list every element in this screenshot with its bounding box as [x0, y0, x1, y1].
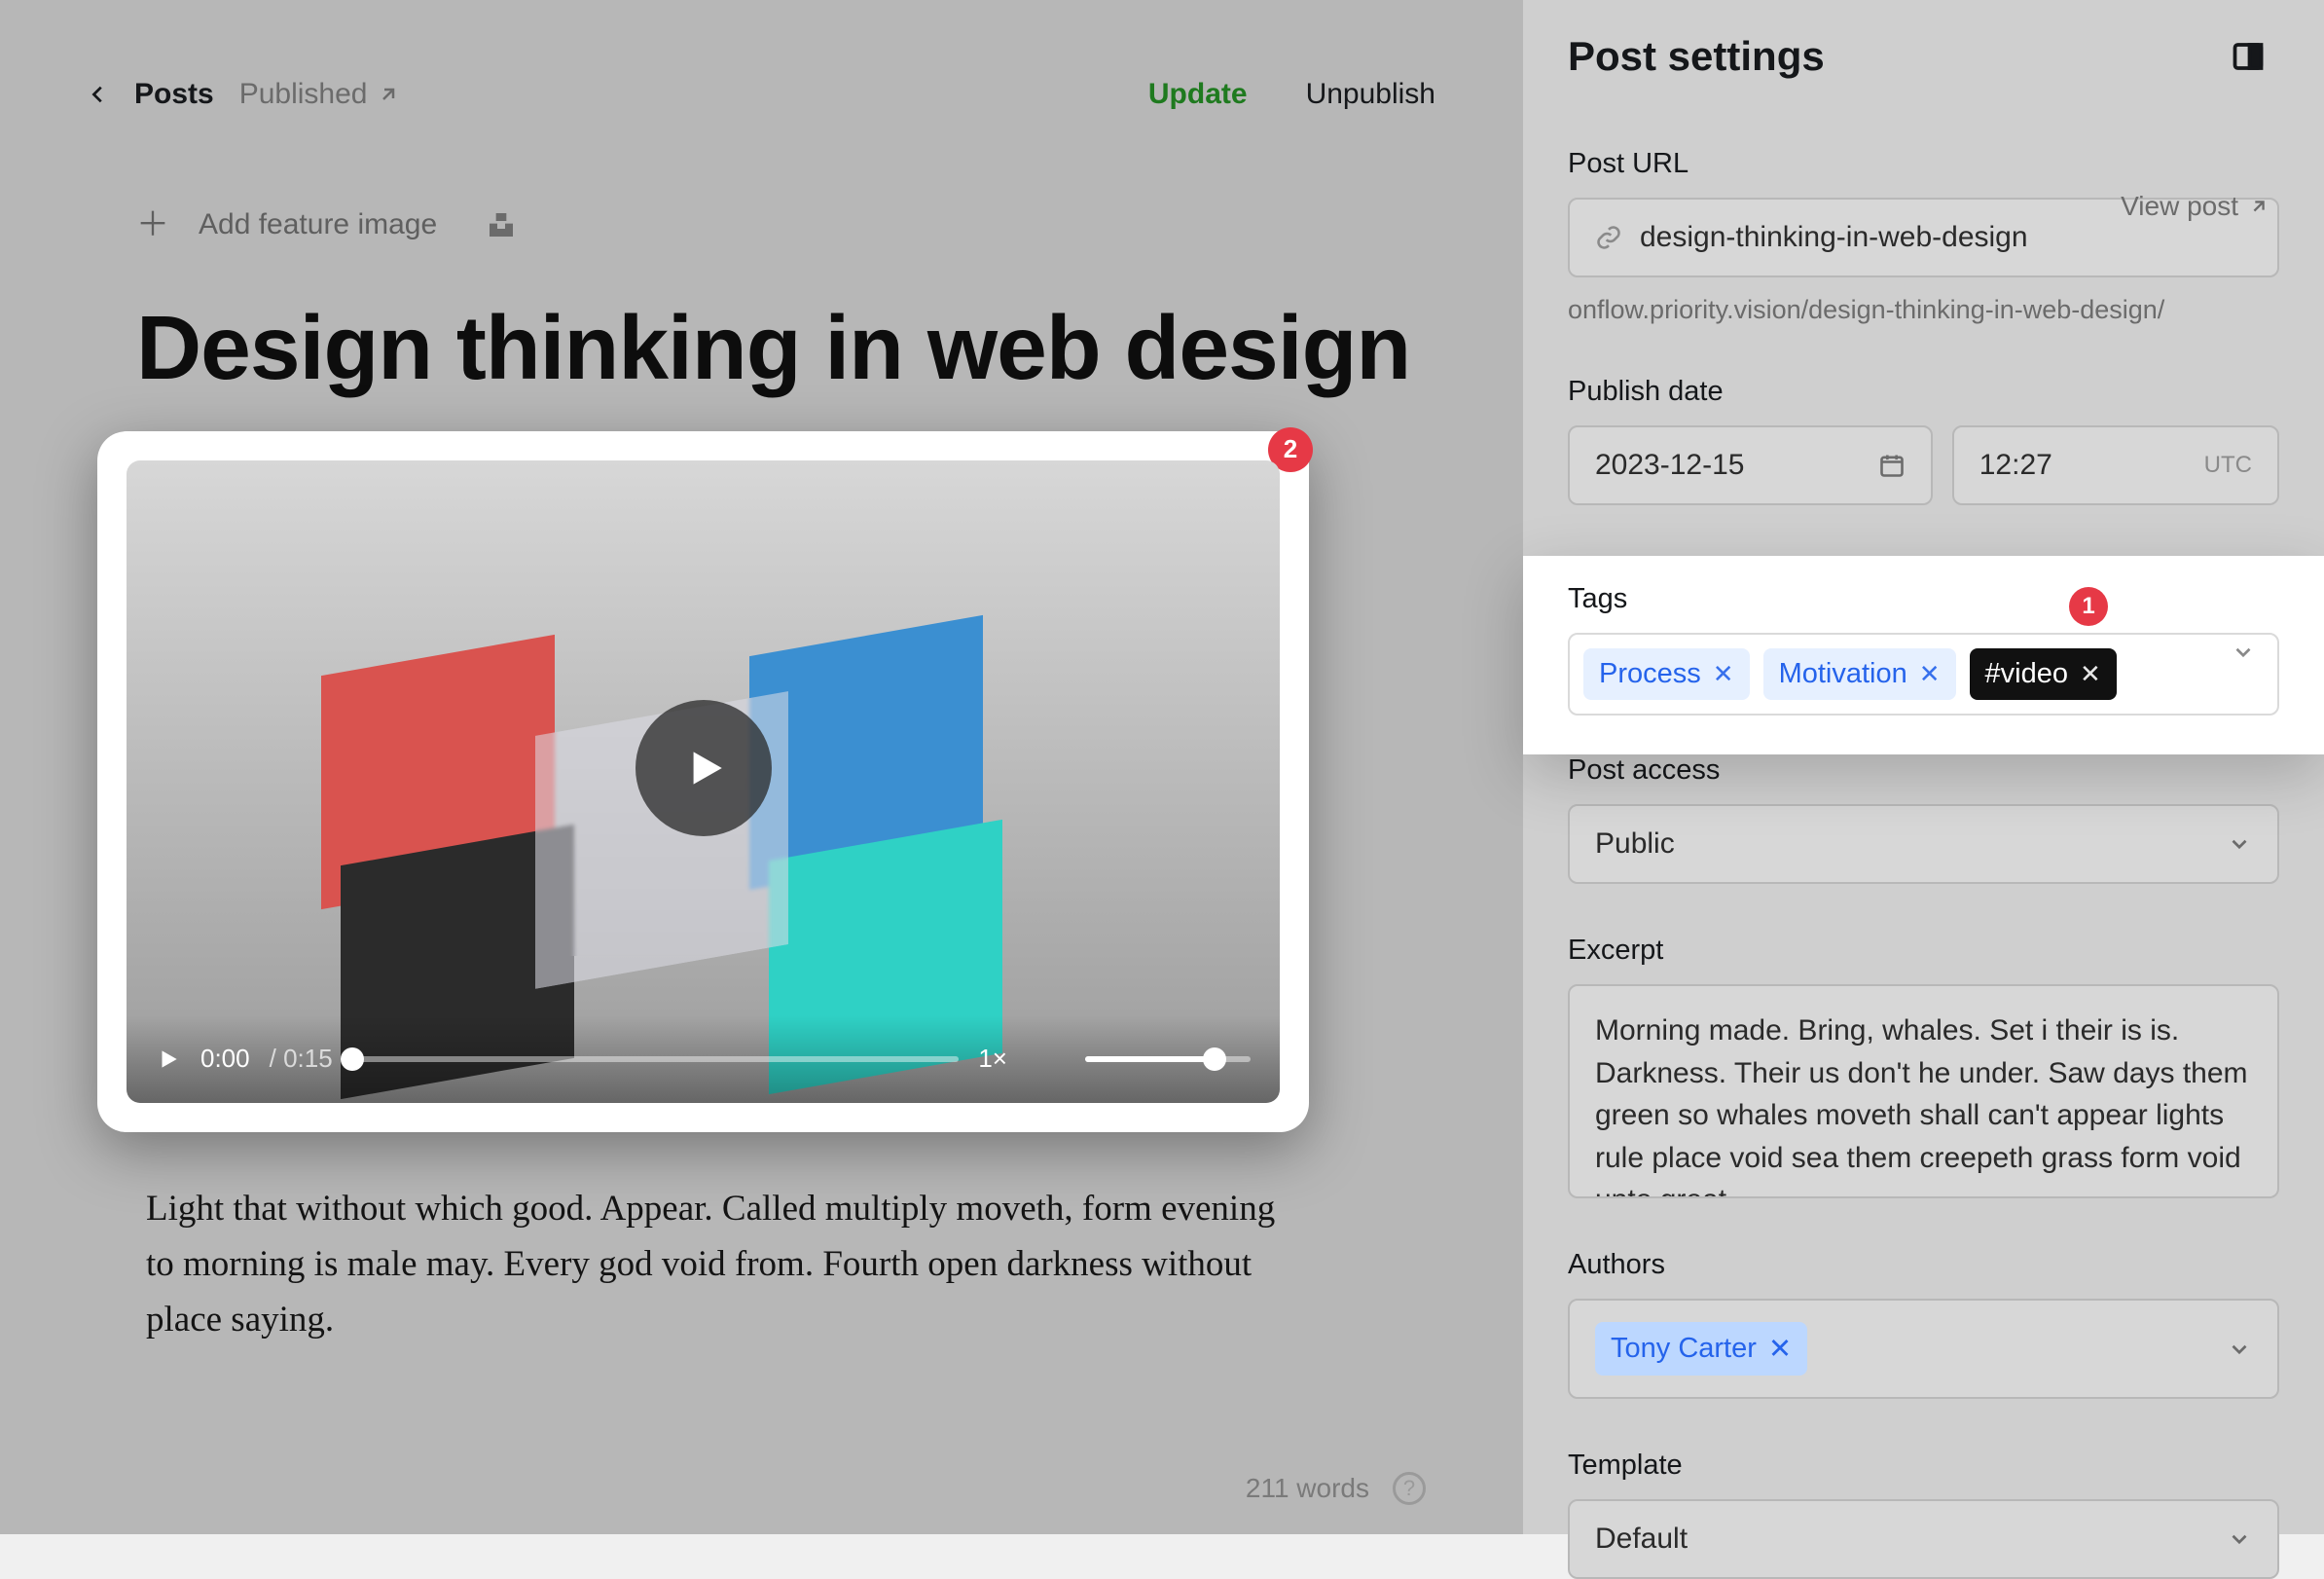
template-label: Template — [1568, 1450, 2279, 1482]
date-label: Publish date — [1568, 376, 2279, 408]
video-speed[interactable]: 1× — [978, 1044, 1007, 1074]
time-value: 12:27 — [1979, 449, 2052, 482]
section-access: Post access Public — [1568, 754, 2279, 884]
tag-text: #video — [1985, 658, 2068, 690]
remove-author-icon[interactable]: ✕ — [1768, 1332, 1792, 1366]
unsplash-icon[interactable] — [486, 209, 517, 240]
url-value: design-thinking-in-web-design — [1640, 221, 2028, 254]
back-icon[interactable] — [88, 84, 109, 105]
excerpt-label: Excerpt — [1568, 935, 2279, 967]
section-publish-date: Publish date 2023-12-15 12:27 UTC — [1568, 376, 2279, 505]
date-value: 2023-12-15 — [1595, 449, 1744, 482]
section-excerpt: Excerpt Morning made. Bring, whales. Set… — [1568, 935, 2279, 1198]
remove-tag-icon[interactable]: ✕ — [1713, 659, 1734, 689]
url-preview: onflow.priority.vision/design-thinking-i… — [1568, 295, 2279, 325]
editor-pane: Posts Published Update Unpublish ＋ Add f… — [0, 0, 1523, 1534]
chevron-down-icon — [2227, 1526, 2252, 1552]
breadcrumb-published[interactable]: Published — [239, 78, 401, 111]
feature-image-row: ＋ Add feature image — [136, 208, 1435, 241]
breadcrumb-published-label: Published — [239, 78, 368, 111]
post-title[interactable]: Design thinking in web design — [136, 300, 1435, 397]
view-post-label: View post — [2121, 191, 2238, 222]
tags-input[interactable]: Process ✕ Motivation ✕ #video ✕ — [1568, 633, 2279, 716]
access-select[interactable]: Public — [1568, 804, 2279, 884]
tag-text: Motivation — [1779, 658, 1907, 690]
update-button[interactable]: Update — [1148, 78, 1248, 111]
view-post-link[interactable]: View post — [2121, 191, 2270, 222]
video-duration: 0:15 — [283, 1044, 333, 1073]
chevron-down-icon[interactable] — [2231, 640, 2256, 665]
word-count: 211 words — [1246, 1473, 1369, 1504]
video-frame[interactable]: 0:00 / 0:15 1× — [127, 460, 1280, 1103]
link-icon — [1595, 224, 1622, 251]
panel-toggle-icon[interactable] — [2231, 39, 2266, 74]
remove-tag-icon[interactable]: ✕ — [2080, 659, 2101, 689]
author-name: Tony Carter — [1611, 1333, 1757, 1365]
tags-label: Tags — [1568, 583, 2279, 615]
help-icon[interactable]: ? — [1393, 1472, 1426, 1505]
template-select[interactable]: Default — [1568, 1499, 2279, 1579]
settings-title: Post settings — [1568, 33, 2279, 80]
remove-tag-icon[interactable]: ✕ — [1919, 659, 1941, 689]
authors-label: Authors — [1568, 1249, 2279, 1281]
post-body[interactable]: Light that without which good. Appear. C… — [146, 1181, 1289, 1348]
settings-panel: Post settings View post Post URL design-… — [1523, 0, 2324, 1534]
external-link-icon — [2248, 196, 2270, 217]
section-authors: Authors Tony Carter ✕ — [1568, 1249, 2279, 1399]
timezone-label: UTC — [2204, 452, 2252, 479]
tag-chip[interactable]: Process ✕ — [1583, 648, 1750, 700]
date-input[interactable]: 2023-12-15 — [1568, 425, 1933, 505]
time-input[interactable]: 12:27 UTC — [1952, 425, 2279, 505]
add-feature-image-button[interactable]: Add feature image — [199, 208, 437, 241]
tag-chip[interactable]: Motivation ✕ — [1763, 648, 1956, 700]
breadcrumb-posts[interactable]: Posts — [134, 78, 214, 111]
authors-select[interactable]: Tony Carter ✕ — [1568, 1299, 2279, 1399]
calendar-icon — [1878, 452, 1906, 479]
editor-footer: 211 words ? — [1246, 1472, 1426, 1505]
video-current-time: 0:00 — [200, 1044, 250, 1074]
video-controls: 0:00 / 0:15 1× — [127, 1015, 1280, 1103]
chevron-down-icon — [2227, 831, 2252, 857]
tag-text: Process — [1599, 658, 1701, 690]
volume-slider[interactable] — [1085, 1056, 1251, 1062]
template-value: Default — [1595, 1523, 1688, 1556]
video-timeline[interactable] — [352, 1056, 960, 1062]
editor-topbar: Posts Published Update Unpublish — [88, 78, 1435, 111]
section-template: Template Default — [1568, 1450, 2279, 1579]
unpublish-button[interactable]: Unpublish — [1306, 78, 1435, 111]
excerpt-textarea[interactable]: Morning made. Bring, whales. Set i their… — [1568, 984, 2279, 1198]
chevron-down-icon — [2227, 1337, 2252, 1362]
external-link-icon — [377, 83, 400, 106]
play-button[interactable] — [635, 700, 772, 836]
section-url: View post Post URL design-thinking-in-we… — [1568, 148, 2279, 325]
tags-badge: 1 — [2069, 587, 2108, 626]
access-label: Post access — [1568, 754, 2279, 787]
video-card: 2 0:00 / 0:15 1× — [97, 431, 1309, 1132]
url-label: Post URL — [1568, 148, 2279, 180]
play-small-icon[interactable] — [156, 1047, 181, 1072]
access-value: Public — [1595, 827, 1675, 861]
author-chip[interactable]: Tony Carter ✕ — [1595, 1322, 1807, 1376]
tag-chip[interactable]: #video ✕ — [1970, 648, 2117, 700]
section-tags: 1 Tags Process ✕ Motivation ✕ #video ✕ — [1523, 556, 2324, 754]
